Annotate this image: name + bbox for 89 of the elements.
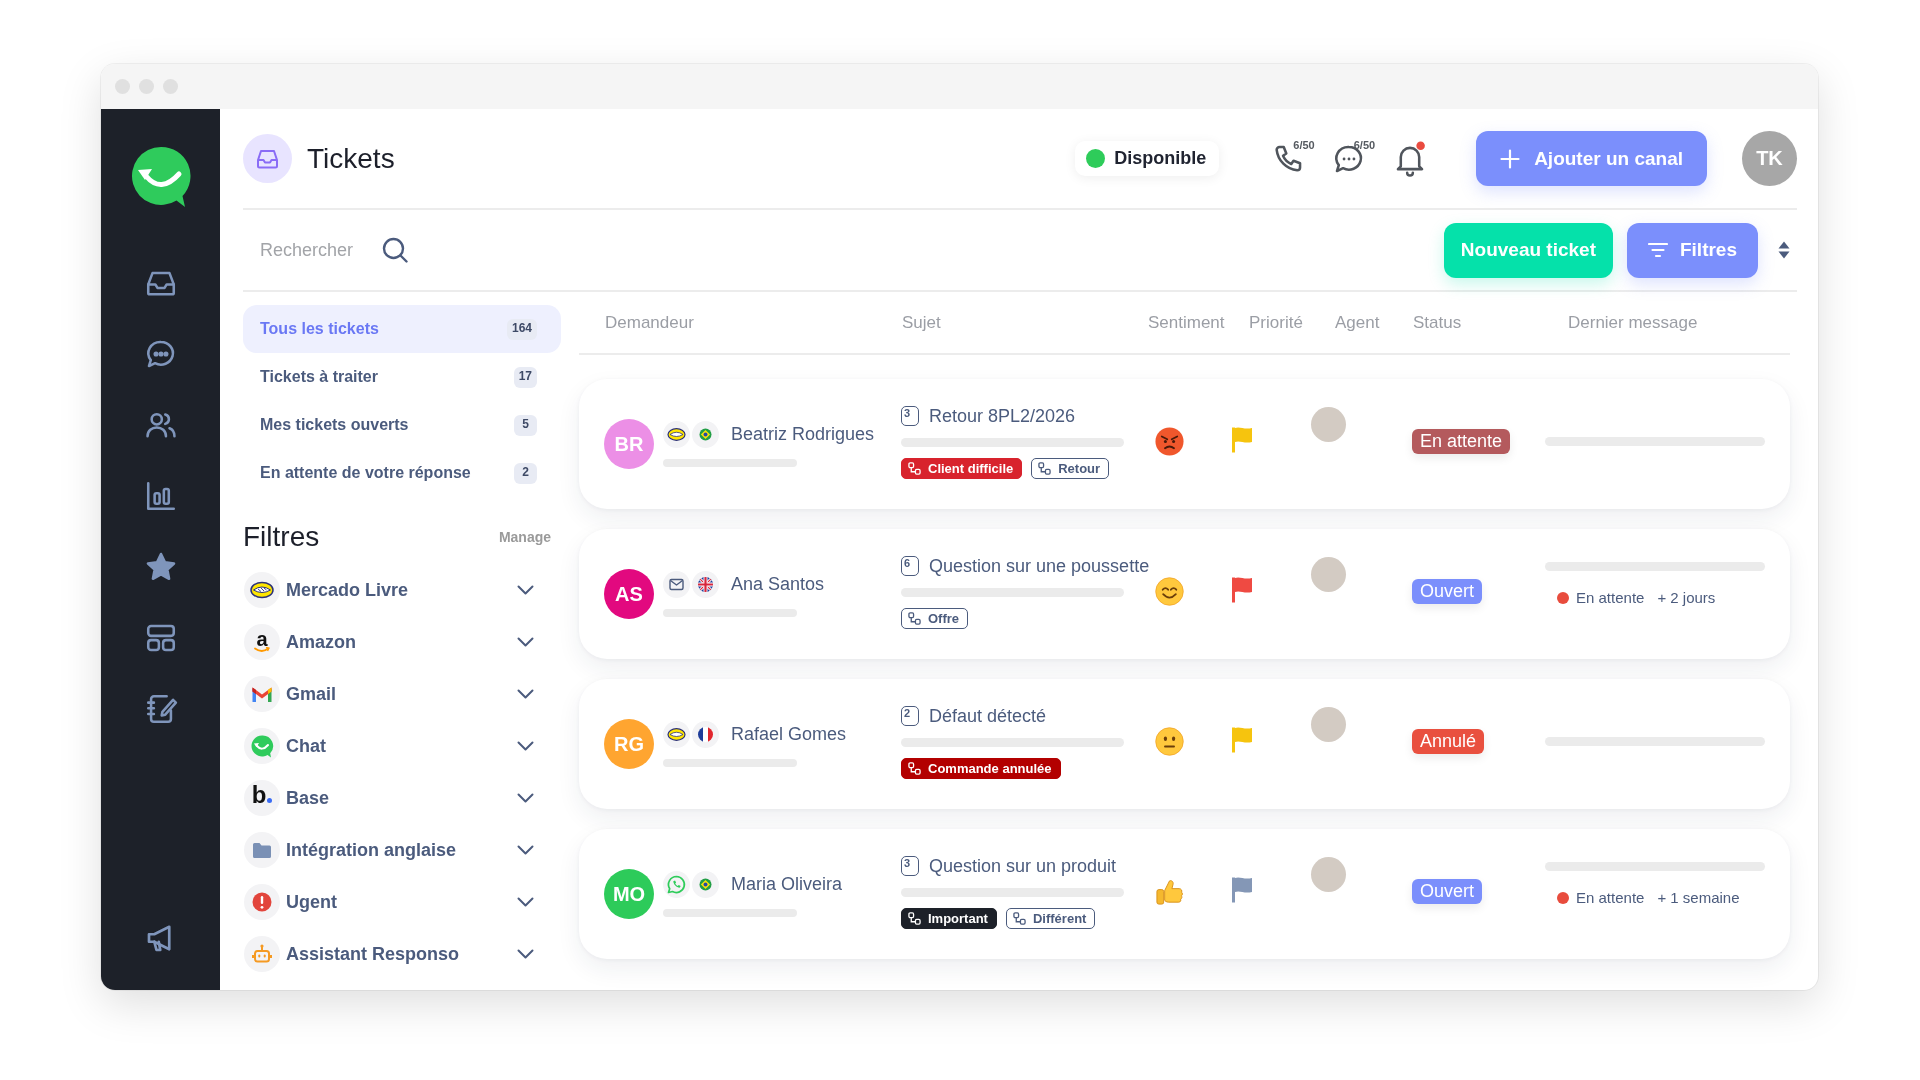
brazil-flag-icon: [692, 871, 719, 898]
message-status: En attente: [1576, 589, 1645, 606]
exclamation-icon: [244, 884, 280, 920]
dot-icon: [267, 798, 273, 803]
message-count: 3: [901, 856, 919, 876]
robot-icon: [244, 936, 280, 972]
ticket-count: 17: [513, 366, 537, 388]
filter-item[interactable]: Ugent: [243, 876, 561, 928]
tag-icon: [1038, 462, 1052, 475]
france-flag-icon: [692, 721, 719, 748]
view-item[interactable]: Tous les tickets 164: [243, 305, 561, 353]
uk-flag-icon: [692, 571, 719, 598]
tag-icon: [908, 462, 921, 475]
smile-arrow-icon: [254, 646, 270, 653]
ticket-count: 5: [514, 414, 537, 436]
tag-label: Offre: [928, 611, 960, 626]
inbox-icon: [243, 134, 292, 183]
logo-letter: a: [256, 631, 268, 647]
ticket-status: Annulé: [1412, 729, 1485, 754]
ticket-count: 164: [506, 318, 537, 340]
smiling-face-icon: [1155, 577, 1184, 606]
requester-avatar: BR: [604, 419, 654, 469]
requester-name: Ana Santos: [731, 574, 825, 595]
filters-heading: Filtres: [243, 521, 320, 553]
ticket-status: Ouvert: [1412, 579, 1483, 604]
ticket-subject: Retour 8PL2/2026: [929, 406, 1076, 426]
search-icon[interactable]: [381, 236, 409, 264]
message-count: 3: [901, 406, 919, 426]
requester-name: Beatriz Rodrigues: [731, 424, 875, 445]
neutral-face-icon: [1155, 727, 1184, 756]
tag-label: Différent: [1032, 911, 1087, 926]
view-item[interactable]: Tickets à traiter 17: [243, 353, 561, 401]
message-age: + 1 semaine: [1657, 889, 1740, 906]
filter-item[interactable]: Assistant Responso: [243, 928, 561, 980]
ticket-subject: Défaut détecté: [929, 706, 1047, 726]
tag-icon: [908, 912, 921, 925]
priority-flag-icon[interactable]: [1231, 876, 1253, 903]
page-title: Tickets: [307, 142, 395, 175]
requester-name: Maria Oliveira: [731, 874, 843, 895]
tag-icon: [908, 762, 921, 775]
ticket-subject: Question sur une poussette: [929, 556, 1150, 576]
view-item[interactable]: Mes tickets ouverts 5: [243, 401, 561, 449]
search-field[interactable]: Rechercher: [260, 239, 372, 261]
filter-item[interactable]: a Amazon: [243, 616, 561, 668]
requester-name: Rafael Gomes: [731, 724, 847, 745]
brazil-flag-icon: [692, 421, 719, 448]
tag-icon: [1012, 912, 1026, 925]
chat-bubble-icon: [244, 728, 280, 764]
message-age: + 2 jours: [1657, 589, 1716, 606]
thumbs-up-icon: [1155, 877, 1184, 908]
tag-label: Retour: [1058, 461, 1101, 476]
requester-avatar: AS: [604, 569, 654, 619]
ticket-status: Ouvert: [1412, 879, 1483, 904]
sort-icon[interactable]: [1778, 241, 1790, 259]
presence-status[interactable]: Disponible: [1075, 141, 1220, 176]
ticket-subject: Question sur un produit: [929, 856, 1117, 876]
tag-label: Client difficile: [928, 461, 1014, 476]
message-count: 6: [901, 556, 919, 576]
filter-item[interactable]: Mercado Livre: [243, 564, 561, 616]
filter-icon: [1647, 242, 1668, 258]
view-item[interactable]: En attente de votre réponse 2: [243, 449, 561, 497]
chat-count: 6/50: [1353, 138, 1376, 151]
message-count: 2: [901, 706, 919, 726]
call-count: 6/50: [1293, 138, 1315, 151]
ticket-card[interactable]: AS Ana Santos 6 Question sur une poussette Offre Ouvert En attente + 2 jours: [579, 529, 1790, 659]
handshake-icon: [663, 421, 690, 448]
ticket-count: 2: [514, 462, 537, 484]
filter-item[interactable]: Chat: [243, 720, 561, 772]
envelope-icon: [663, 571, 690, 598]
tag-label: Important: [928, 911, 988, 926]
ticket-status: En attente: [1412, 429, 1511, 454]
logo-letter: b: [251, 782, 267, 808]
tag-label: Commande annulée: [928, 761, 1052, 776]
folder-icon: [244, 832, 280, 868]
priority-flag-icon[interactable]: [1231, 576, 1253, 603]
angry-face-icon: [1155, 427, 1184, 456]
filter-item[interactable]: b Base: [243, 772, 561, 824]
message-status: En attente: [1576, 889, 1645, 906]
filter-item[interactable]: Intégration anglaise: [243, 824, 561, 876]
mail-icon: [244, 676, 280, 712]
ticket-card[interactable]: MO Maria Oliveira 3 Question sur un produit Important Différent Ouvert En attente + 1 semaine: [579, 829, 1790, 959]
filter-item[interactable]: Gmail: [243, 668, 561, 720]
requester-avatar: RG: [604, 719, 654, 769]
phone-bubble-icon: [663, 871, 690, 898]
tag-icon: [908, 612, 921, 625]
handshake-icon: [663, 721, 690, 748]
plus-icon: [1500, 148, 1521, 169]
requester-avatar: MO: [604, 869, 654, 919]
handshake-icon: [244, 572, 280, 608]
